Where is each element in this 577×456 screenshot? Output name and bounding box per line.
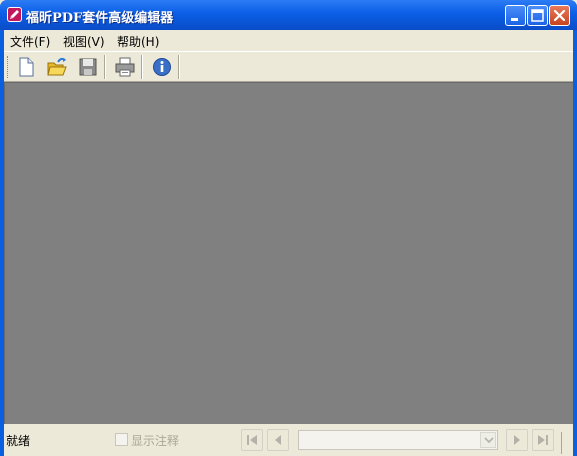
toolbar-grip[interactable] [7, 56, 11, 78]
minimize-icon [511, 18, 518, 21]
window-title: 福昕PDF套件高级编辑器 [26, 11, 174, 26]
save-button[interactable] [76, 55, 100, 79]
first-page-button[interactable] [241, 429, 263, 451]
open-folder-icon [47, 57, 67, 76]
last-page-icon [538, 435, 548, 445]
info-icon [153, 58, 171, 76]
show-annotations-checkbox[interactable] [115, 433, 128, 446]
print-button[interactable] [113, 55, 137, 79]
new-document-button[interactable] [14, 55, 38, 79]
combo-dropdown-button[interactable] [480, 432, 496, 448]
prev-page-icon [275, 435, 281, 445]
status-bar-divider [561, 432, 574, 454]
close-button[interactable] [549, 5, 570, 26]
maximize-icon [531, 9, 544, 22]
menu-help[interactable]: 帮助(H) [117, 33, 159, 50]
pencil-app-icon[interactable] [7, 7, 22, 22]
minimize-button[interactable] [505, 5, 526, 26]
status-text: 就绪 [6, 434, 31, 448]
close-icon [553, 9, 566, 22]
save-disk-icon [79, 58, 97, 76]
title-bar[interactable]: 福昕PDF套件高级编辑器 [0, 0, 577, 30]
maximize-button[interactable] [527, 5, 548, 26]
toolbar [4, 51, 573, 82]
new-document-icon [19, 57, 34, 77]
print-icon [115, 57, 135, 77]
page-number-combo[interactable] [298, 430, 498, 450]
last-page-button[interactable] [532, 429, 554, 451]
about-button[interactable] [150, 55, 174, 79]
status-bar: 就绪 显示注释 [4, 426, 573, 456]
toolbar-separator [104, 55, 106, 79]
client-area: 文件(F) 视图(V) 帮助(H) 就绪 显示注释 [4, 30, 573, 456]
toolbar-separator [141, 55, 143, 79]
chevron-down-icon [484, 437, 494, 444]
menu-bar: 文件(F) 视图(V) 帮助(H) [4, 30, 573, 50]
next-page-icon [514, 435, 520, 445]
open-file-button[interactable] [45, 55, 69, 79]
previous-page-button[interactable] [267, 429, 289, 451]
first-page-icon [247, 435, 257, 445]
menu-view[interactable]: 视图(V) [63, 33, 105, 50]
document-workspace[interactable] [4, 82, 573, 424]
menu-file[interactable]: 文件(F) [10, 33, 50, 50]
toolbar-separator [178, 55, 180, 79]
show-annotations-label: 显示注释 [131, 434, 180, 448]
next-page-button[interactable] [506, 429, 528, 451]
app-window: 福昕PDF套件高级编辑器 文件(F) 视图(V) 帮助(H) 就绪 显示注释 [0, 0, 577, 456]
